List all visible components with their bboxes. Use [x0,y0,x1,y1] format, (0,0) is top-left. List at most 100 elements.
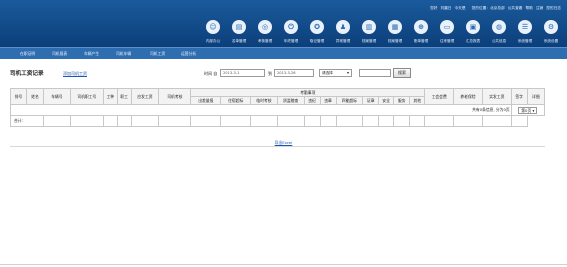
search-input[interactable] [359,69,391,77]
divider [10,146,545,147]
location-text: 您的位置：北京总部 [471,6,505,10]
stack-icon: ☰ [518,20,532,34]
sub-header: 其他 [409,96,426,105]
nav-item-4[interactable]: 司机工资 [150,51,165,57]
page-title: 司机工资记录 [10,71,44,77]
total-cell [190,115,222,127]
greeting-text: 您好 [430,6,438,10]
module-label: 年终管理 [283,39,299,43]
total-cell [409,115,426,127]
total-cell [453,115,483,127]
col-header: 排号 [10,88,27,105]
globe-icon: ◍ [492,20,506,34]
total-row: 合计： [9,115,545,127]
pager-cell: 第0页 ▾ [510,104,546,116]
nav-item-0[interactable]: 在职证明 [20,51,35,57]
col-header: 实发工资 [481,88,512,105]
sub-header: 临时考核 [250,96,278,105]
module-label: 公共信息 [491,39,507,43]
page-select-value: 第0页 [521,107,532,113]
date-to-input[interactable]: 2013-3-26 [274,69,314,77]
chevron-down-icon: ▾ [346,70,349,75]
divider [0,264,567,265]
total-cell [220,115,252,127]
sub-header: 违章 [319,96,337,105]
sub-header: 证章 [362,96,380,105]
col-header: 司机职工号 [69,88,104,105]
sub-header: 质监稽查 [276,96,305,105]
power-icon: ⏻ [284,20,298,34]
nav-item-2[interactable]: 车辆产生 [84,51,99,57]
book-icon: ▤ [232,20,246,34]
module-label: 取记管理 [309,39,325,43]
col-header: 养老保险 [453,88,483,105]
total-cell [378,115,395,127]
log-link[interactable]: 您的日志 [546,6,561,11]
total-cell [424,115,455,127]
salary-table: 排号 姓名 车辆号 司机职工号 工种 职工 应发工资 司机考核 考勤事项 工会会… [9,88,546,127]
col-header: 职工 [116,88,132,105]
person-icon: ♟ [336,20,350,34]
nav-item-5[interactable]: 运营分析 [181,51,196,57]
total-cell [69,115,104,127]
date-from-input[interactable]: 2013-3-1 [220,69,265,77]
col-header: 签字 [510,88,528,105]
module-label: 系统设置 [543,39,559,43]
add-driver-salary-link[interactable]: 添加司机工资 [63,71,87,77]
sub-header: 服务 [393,96,411,105]
col-header: 详细 [526,88,546,105]
empty-cell [9,104,425,116]
dept-select-value: 请选择 [322,71,333,75]
sub-header: 违纪 [303,96,321,105]
nav-item-1[interactable]: 司机报表 [52,51,67,57]
module-button-12[interactable]: ☰ 系统管理 [513,18,537,46]
module-button-7[interactable]: ▦ 档案管理 [383,18,407,46]
module-button-0[interactable]: ☺ 内部办公 [201,18,225,46]
search-button[interactable]: 搜索 [393,68,411,78]
badge-icon: ✪ [310,20,324,34]
total-cell [276,115,305,127]
total-cell [481,115,512,127]
sub-header: 四能超标 [335,96,364,105]
user-name: 刘晨日 [440,6,452,10]
module-button-4[interactable]: ✪ 取记管理 [305,18,329,46]
total-cell [158,115,192,127]
total-cell [362,115,380,127]
module-label: 账单管理 [413,39,429,43]
module-label: 异常管理 [335,39,351,43]
col-header: 车辆号 [43,88,71,105]
people-icon: ☺ [206,20,220,34]
module-icon-bar: ☺ 内部办公 ▤ 名单管理 ◎ 考核管理 ⏻ 年终管理 ✪ 取记管理 ♟ 异常管理 ▥ 档案管理 ▦ 档案管理… [201,18,563,46]
total-cell [102,115,118,127]
module-button-1[interactable]: ▤ 名单管理 [227,18,251,46]
module-button-9[interactable]: ▭ 往来管理 [435,18,459,46]
module-label: 系统管理 [517,39,533,43]
module-button-3[interactable]: ⏻ 年终管理 [279,18,303,46]
settings-icon: ⚙ [544,20,558,34]
document-icon: ▦ [388,20,402,34]
module-label: 档案管理 [361,39,377,43]
page-select[interactable]: 第0页 ▾ [518,106,538,114]
card-icon: ▭ [440,20,454,34]
module-button-11[interactable]: ◍ 公共信息 [487,18,511,46]
module-button-6[interactable]: ▥ 档案管理 [357,18,381,46]
header-bar: 您好 刘晨日 今天是 您的位置：北京总部 公共查看 帮助 注销 您的日志 ☺ 内部… [0,0,567,47]
module-button-5[interactable]: ♟ 异常管理 [331,18,355,46]
help-link[interactable]: 帮助 [526,6,533,11]
date-to-label: 到 [268,71,272,76]
nav-item-3[interactable]: 司机车辆 [116,51,131,57]
dept-select[interactable]: 请选择 ▾ [319,69,352,77]
sub-header: 出差量报 [190,96,222,105]
logout-link[interactable]: 注销 [536,6,543,11]
col-header: 应发工资 [130,88,160,105]
public-link[interactable]: 公共查看 [508,6,523,11]
total-cell [303,115,321,127]
target-icon: ◎ [258,20,272,34]
total-cell [393,115,411,127]
module-button-13[interactable]: ⚙ 系统设置 [539,18,563,46]
module-button-10[interactable]: ▣ 汇总报表 [461,18,485,46]
col-header: 司机考核 [158,88,192,105]
module-button-8[interactable]: ⊕ 账单管理 [409,18,433,46]
module-button-2[interactable]: ◎ 考核管理 [253,18,277,46]
module-label: 汇总报表 [465,39,481,43]
